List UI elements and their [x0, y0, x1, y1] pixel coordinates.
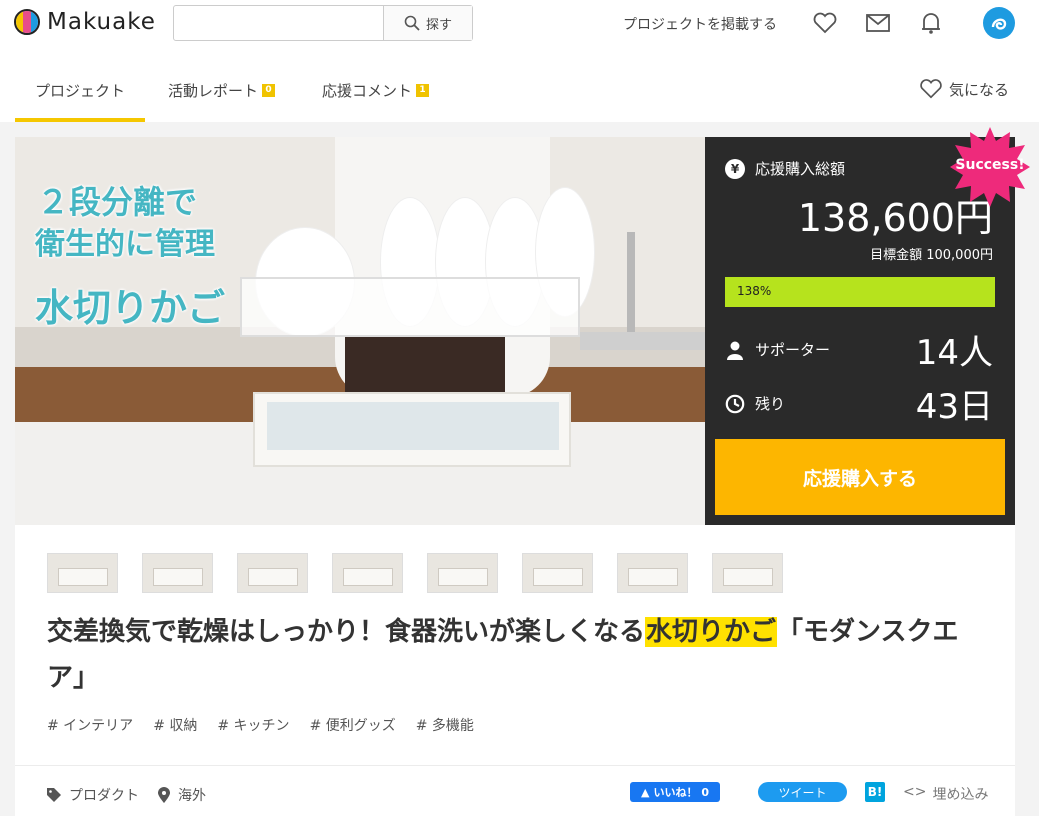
success-badge: Success! — [955, 157, 1025, 173]
tag-icon — [47, 788, 61, 802]
total-label-row: ¥ 応援購入総額 — [725, 158, 845, 179]
tab-activity-report[interactable]: 活動レポート 0 — [168, 80, 276, 101]
category-label: プロダクト — [69, 788, 139, 804]
heart-icon[interactable] — [812, 10, 838, 36]
comments-count-badge: 1 — [416, 84, 430, 97]
supporters-label: サポーター — [755, 341, 831, 359]
favorite-label: 気になる — [948, 80, 1009, 99]
hero-text-line2: 衛生的に管理 — [35, 227, 215, 262]
hero-text-line3: 水切りかご — [35, 286, 226, 330]
remaining-label-row: 残り — [725, 393, 785, 414]
total-label: 応援購入総額 — [755, 160, 846, 178]
project-title: 交差換気で乾燥はしっかり！食器洗いが楽しくなる水切りかご「モダンスクエア」 — [47, 609, 987, 701]
supporters-label-row: サポーター — [725, 339, 830, 360]
project-content: 交差換気で乾燥はしっかり！食器洗いが楽しくなる水切りかご「モダンスクエア」 # … — [15, 525, 1015, 816]
thumbnail[interactable] — [47, 553, 118, 593]
mail-icon[interactable] — [865, 10, 891, 36]
tag-link[interactable]: # 収納 — [153, 715, 197, 735]
thumbnail[interactable] — [712, 553, 783, 593]
title-highlight: 水切りかご — [645, 617, 778, 647]
location-pin-icon — [158, 787, 170, 803]
search-input[interactable] — [174, 6, 383, 40]
tab-comments-label: 応援コメント — [322, 82, 413, 100]
image-tray — [253, 392, 571, 467]
search-box: 探す — [173, 5, 473, 41]
tag-link[interactable]: # 便利グッズ — [310, 715, 396, 735]
code-icon: <> — [903, 784, 927, 800]
image-dish-rack — [240, 277, 580, 337]
post-project-link[interactable]: プロジェクトを掲載する — [623, 14, 777, 34]
embed-label: 埋め込み — [932, 787, 989, 803]
category-link[interactable]: プロダクト — [47, 785, 139, 805]
favorite-button[interactable]: 気になる — [919, 78, 1009, 100]
search-button[interactable]: 探す — [383, 6, 472, 40]
thumbnail[interactable] — [332, 553, 403, 593]
thumbnail[interactable] — [522, 553, 593, 593]
goal-amount: 目標金額 100,000円 — [870, 248, 993, 263]
supporters-value: 14人 — [915, 333, 993, 373]
tag-link[interactable]: # キッチン — [217, 715, 289, 735]
support-purchase-button[interactable]: 応援購入する — [715, 439, 1005, 515]
tab-project[interactable]: プロジェクト — [35, 80, 125, 101]
clock-icon — [725, 394, 745, 413]
location-label: 海外 — [178, 788, 206, 804]
hero-text-line1: ２段分離で — [37, 183, 198, 221]
image-sink — [580, 332, 705, 350]
thumbnail[interactable] — [617, 553, 688, 593]
like-label: いいね！ 0 — [653, 786, 709, 799]
user-avatar[interactable] — [983, 7, 1015, 39]
facebook-like-button[interactable]: ▲ いいね！ 0 — [630, 782, 720, 802]
activity-report-count-badge: 0 — [262, 84, 276, 97]
tweet-button[interactable]: ツイート — [758, 782, 847, 802]
heart-outline-icon — [920, 79, 942, 99]
title-text-before: 交差換気で乾燥はしっかり！食器洗いが楽しくなる — [47, 617, 646, 647]
thumbnail[interactable] — [142, 553, 213, 593]
avatar-swirl-icon — [991, 18, 1007, 30]
image-faucet — [627, 232, 635, 332]
image-apron — [345, 337, 505, 397]
active-tab-indicator — [15, 118, 145, 122]
thumbnail[interactable] — [237, 553, 308, 593]
tab-project-label: プロジェクト — [35, 82, 126, 100]
remaining-value: 43日 — [915, 387, 993, 427]
search-button-label: 探す — [425, 17, 452, 33]
divider — [15, 765, 1015, 766]
search-icon — [404, 15, 420, 31]
tab-activity-report-label: 活動レポート — [168, 82, 259, 100]
project-tabs: プロジェクト 活動レポート 0 応援コメント 1 気になる — [0, 46, 1039, 122]
site-header: Makuake 探す プロジェクトを掲載する — [0, 0, 1039, 46]
progress-bar: 138% — [725, 277, 995, 307]
thumbs-up-icon: ▲ — [641, 785, 650, 799]
tag-list: # インテリア # 収納 # キッチン # 便利グッズ # 多機能 — [47, 715, 474, 735]
tab-comments[interactable]: 応援コメント 1 — [322, 80, 430, 101]
thumbnail[interactable] — [427, 553, 498, 593]
hatena-bookmark-button[interactable]: B! — [865, 782, 885, 802]
yen-icon: ¥ — [725, 158, 745, 179]
remaining-label: 残り — [755, 395, 786, 413]
person-icon — [727, 341, 743, 360]
tag-link[interactable]: # 多機能 — [416, 715, 474, 735]
makuake-logo[interactable]: Makuake — [14, 9, 156, 35]
tweet-label: ツイート — [778, 785, 827, 800]
image-tray-inner — [267, 402, 559, 450]
project-main-image[interactable]: ２段分離で 衛生的に管理 水切りかご — [15, 137, 705, 525]
logo-text: Makuake — [47, 9, 156, 35]
progress-text: 138% — [737, 284, 772, 298]
bell-icon[interactable] — [918, 10, 944, 36]
tag-link[interactable]: # インテリア — [47, 715, 133, 735]
location-link[interactable]: 海外 — [158, 785, 206, 805]
logo-mark-icon — [14, 9, 40, 35]
embed-link[interactable]: <> 埋め込み — [903, 784, 988, 804]
